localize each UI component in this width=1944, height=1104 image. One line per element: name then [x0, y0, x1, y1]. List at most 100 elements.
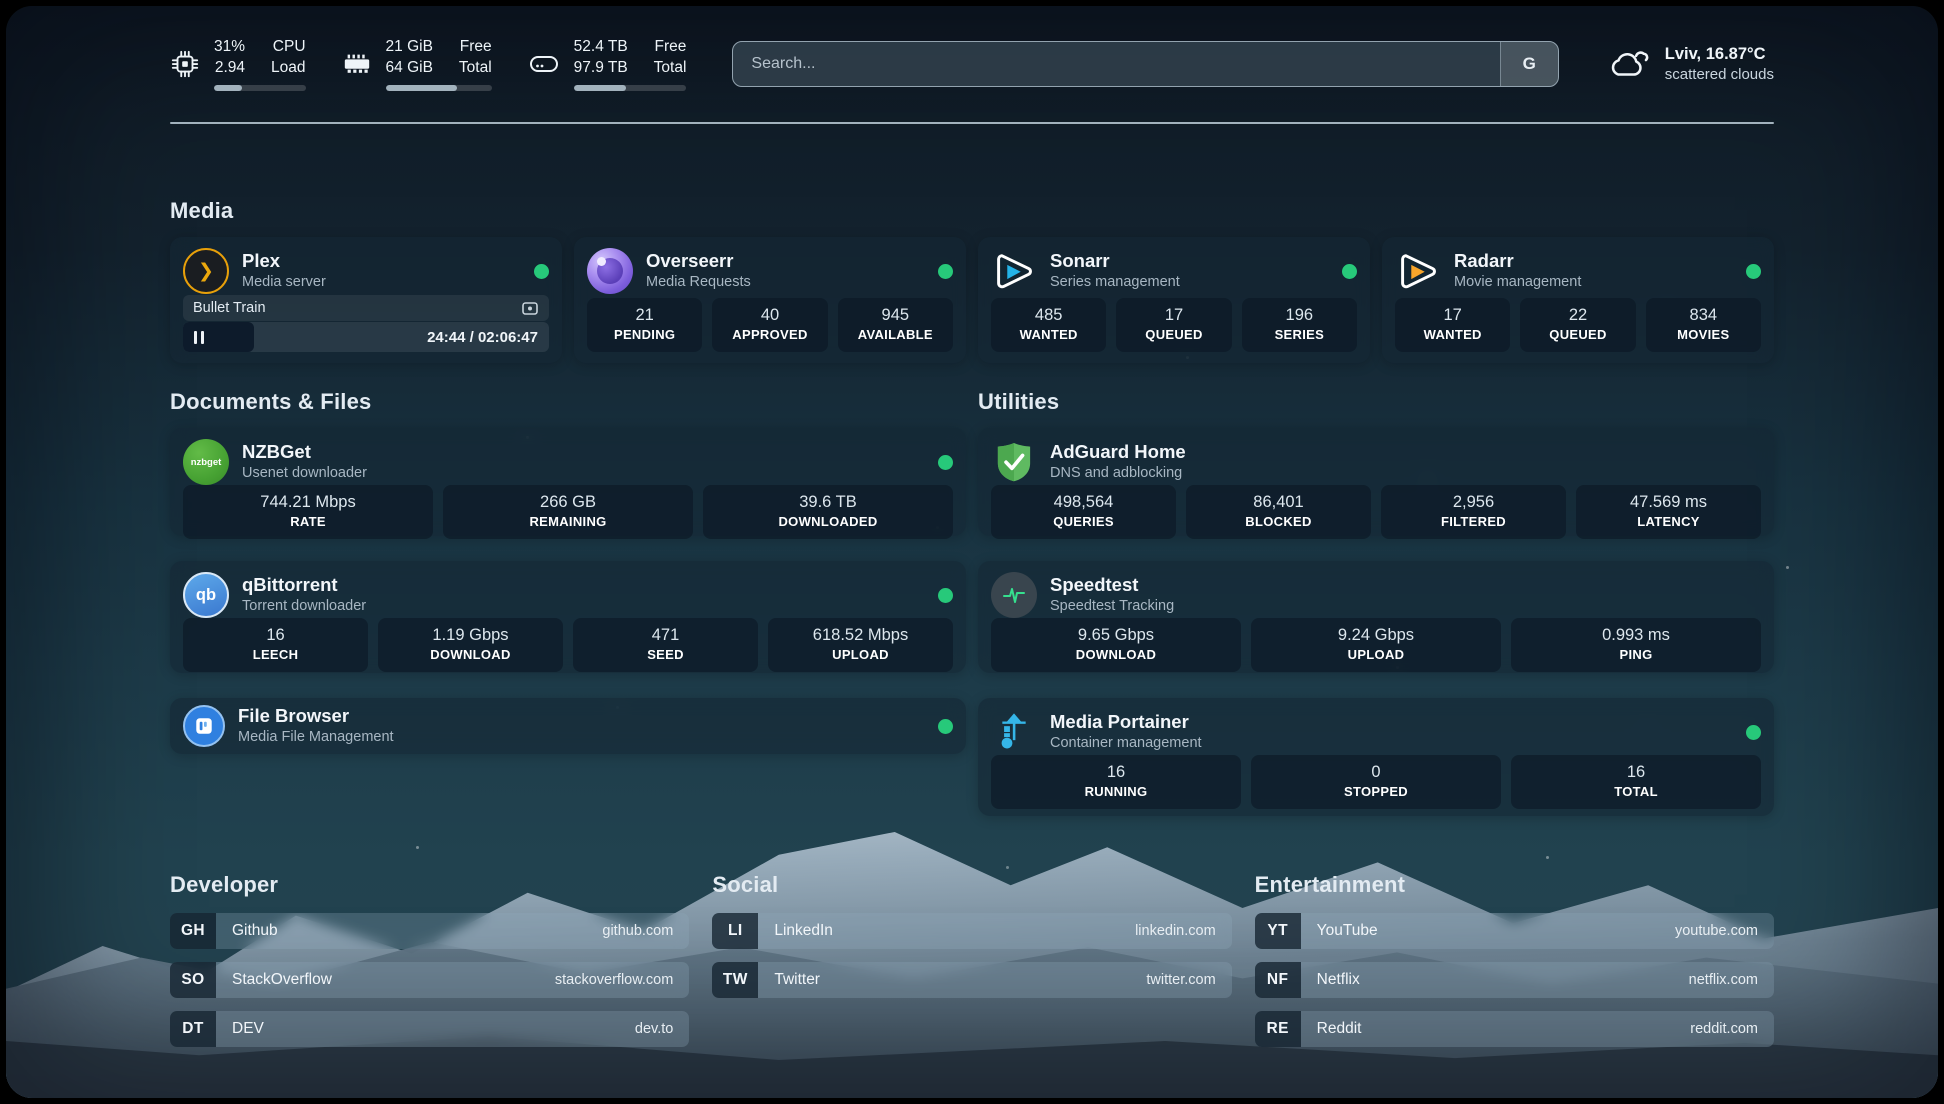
stat-tile: 485WANTED: [991, 298, 1106, 352]
stat-value: 39.6 TB: [707, 491, 949, 514]
pause-button[interactable]: [194, 331, 204, 344]
bookmark-name: Reddit: [1317, 1020, 1362, 1038]
app-subtitle: Media File Management: [238, 728, 394, 747]
stat-tile: 196SERIES: [1242, 298, 1357, 352]
disk-label-bottom: Total: [654, 58, 687, 78]
bookmark-abbr: TW: [712, 962, 758, 998]
stat-value: 9.24 Gbps: [1255, 624, 1497, 647]
stat-tile: 945AVAILABLE: [838, 298, 953, 352]
cpu-icon: [170, 49, 200, 79]
dashboard-screen: 31% CPU 2.94 Load: [6, 6, 1938, 1098]
app-subtitle: Media Requests: [646, 273, 751, 292]
stat-label: BLOCKED: [1190, 514, 1367, 531]
stat-label: QUEUED: [1524, 327, 1631, 344]
stat-value: 40: [716, 304, 823, 327]
nzbget-icon: nzbget: [183, 439, 229, 485]
search-bar: G: [732, 41, 1558, 87]
stat-value: 618.52 Mbps: [772, 624, 949, 647]
qbittorrent-card[interactable]: qb qBittorrent Torrent downloader 16LEEC…: [170, 561, 966, 673]
status-dot: [1342, 264, 1357, 279]
utilities-column: AdGuard Home DNS and adblocking 498,564Q…: [978, 428, 1774, 816]
adguard-card[interactable]: AdGuard Home DNS and adblocking 498,564Q…: [978, 428, 1774, 536]
app-subtitle: DNS and adblocking: [1050, 464, 1186, 483]
status-dot: [938, 264, 953, 279]
stat-tile: 498,564QUERIES: [991, 485, 1176, 539]
stat-value: 266 GB: [447, 491, 689, 514]
disk-label-top: Free: [654, 37, 687, 57]
speedtest-icon: [991, 572, 1037, 618]
overseerr-card[interactable]: Overseerr Media Requests 21PENDING 40APP…: [574, 237, 966, 363]
bookmark-abbr: NF: [1255, 962, 1301, 998]
app-subtitle: Media server: [242, 273, 326, 292]
weather-condition: scattered clouds: [1665, 65, 1774, 85]
bookmark-linkedin[interactable]: LI LinkedIn linkedin.com: [712, 913, 1231, 949]
stat-value: 9.65 Gbps: [995, 624, 1237, 647]
bookmark-url: reddit.com: [1690, 1021, 1758, 1037]
memory-label-top: Free: [459, 37, 492, 57]
bookmark-url: youtube.com: [1675, 923, 1758, 939]
status-dot: [1746, 725, 1761, 740]
stat-label: RUNNING: [995, 784, 1237, 801]
qbittorrent-icon: qb: [183, 572, 229, 618]
search-engine-button[interactable]: G: [1500, 42, 1558, 86]
cpu-label-bottom: Load: [271, 58, 305, 78]
bookmark-abbr: SO: [170, 962, 216, 998]
bookmark-name: Netflix: [1317, 971, 1360, 989]
bookmark-abbr: RE: [1255, 1011, 1301, 1047]
bookmark-stackoverflow[interactable]: SO StackOverflow stackoverflow.com: [170, 962, 689, 998]
bookmark-youtube[interactable]: YT YouTube youtube.com: [1255, 913, 1774, 949]
sonarr-card[interactable]: Sonarr Series management 485WANTED 17QUE…: [978, 237, 1370, 363]
portainer-icon: [991, 709, 1037, 755]
overseerr-icon: [587, 248, 633, 294]
ram-icon: [342, 49, 372, 79]
stat-value: 17: [1399, 304, 1506, 327]
stat-value: 17: [1120, 304, 1227, 327]
memory-progress-bar: [386, 85, 492, 91]
stat-label: APPROVED: [716, 327, 823, 344]
stat-label: UPLOAD: [1255, 647, 1497, 664]
cpu-label-top: CPU: [271, 37, 305, 57]
bookmark-url: netflix.com: [1689, 972, 1758, 988]
stat-value: 1.19 Gbps: [382, 624, 559, 647]
stat-tile: 21PENDING: [587, 298, 702, 352]
speedtest-card[interactable]: Speedtest Speedtest Tracking 9.65 GbpsDO…: [978, 561, 1774, 673]
stat-value: 47.569 ms: [1580, 491, 1757, 514]
bookmark-reddit[interactable]: RE Reddit reddit.com: [1255, 1011, 1774, 1047]
app-subtitle: Usenet downloader: [242, 464, 367, 483]
app-title: Plex: [242, 250, 326, 273]
stat-value: 21: [591, 304, 698, 327]
bookmark-dev[interactable]: DT DEV dev.to: [170, 1011, 689, 1047]
system-stats: 31% CPU 2.94 Load: [170, 37, 686, 92]
stat-label: REMAINING: [447, 514, 689, 531]
media-cards-row: ❯ Plex Media server Bullet Train: [170, 237, 1774, 363]
bookmark-name: DEV: [232, 1020, 264, 1038]
disk-total-value: 97.9 TB: [574, 58, 628, 78]
cloud-icon: [1605, 41, 1651, 87]
bookmark-url: linkedin.com: [1135, 923, 1216, 939]
search-input[interactable]: [733, 42, 1499, 86]
stat-tile: 744.21 MbpsRATE: [183, 485, 433, 539]
stat-tile: 471SEED: [573, 618, 758, 672]
portainer-card[interactable]: Media Portainer Container management 16R…: [978, 698, 1774, 816]
nzbget-card[interactable]: nzbget NZBGet Usenet downloader 744.21 M…: [170, 428, 966, 536]
app-subtitle: Torrent downloader: [242, 597, 366, 616]
bookmark-twitter[interactable]: TW Twitter twitter.com: [712, 962, 1231, 998]
stat-label: DOWNLOADED: [707, 514, 949, 531]
bookmark-netflix[interactable]: NF Netflix netflix.com: [1255, 962, 1774, 998]
plex-card[interactable]: ❯ Plex Media server Bullet Train: [170, 237, 562, 363]
memory-free-value: 21 GiB: [386, 37, 433, 57]
stat-label: RATE: [187, 514, 429, 531]
stat-value: 834: [1650, 304, 1757, 327]
stat-tile: 1.19 GbpsDOWNLOAD: [378, 618, 563, 672]
now-playing-title: Bullet Train: [193, 300, 266, 316]
bookmark-github[interactable]: GH Github github.com: [170, 913, 689, 949]
stat-value: 498,564: [995, 491, 1172, 514]
filebrowser-card[interactable]: File Browser Media File Management: [170, 698, 966, 754]
app-title: Media Portainer: [1050, 711, 1202, 734]
section-title-utilities: Utilities: [978, 389, 1774, 415]
stat-tile: 47.569 msLATENCY: [1576, 485, 1761, 539]
radarr-card[interactable]: Radarr Movie management 17WANTED 22QUEUE…: [1382, 237, 1774, 363]
playback-progress-bar: 24:44 / 02:06:47: [183, 322, 549, 352]
bookmark-name: Twitter: [774, 971, 820, 989]
bookmark-url: twitter.com: [1146, 972, 1215, 988]
